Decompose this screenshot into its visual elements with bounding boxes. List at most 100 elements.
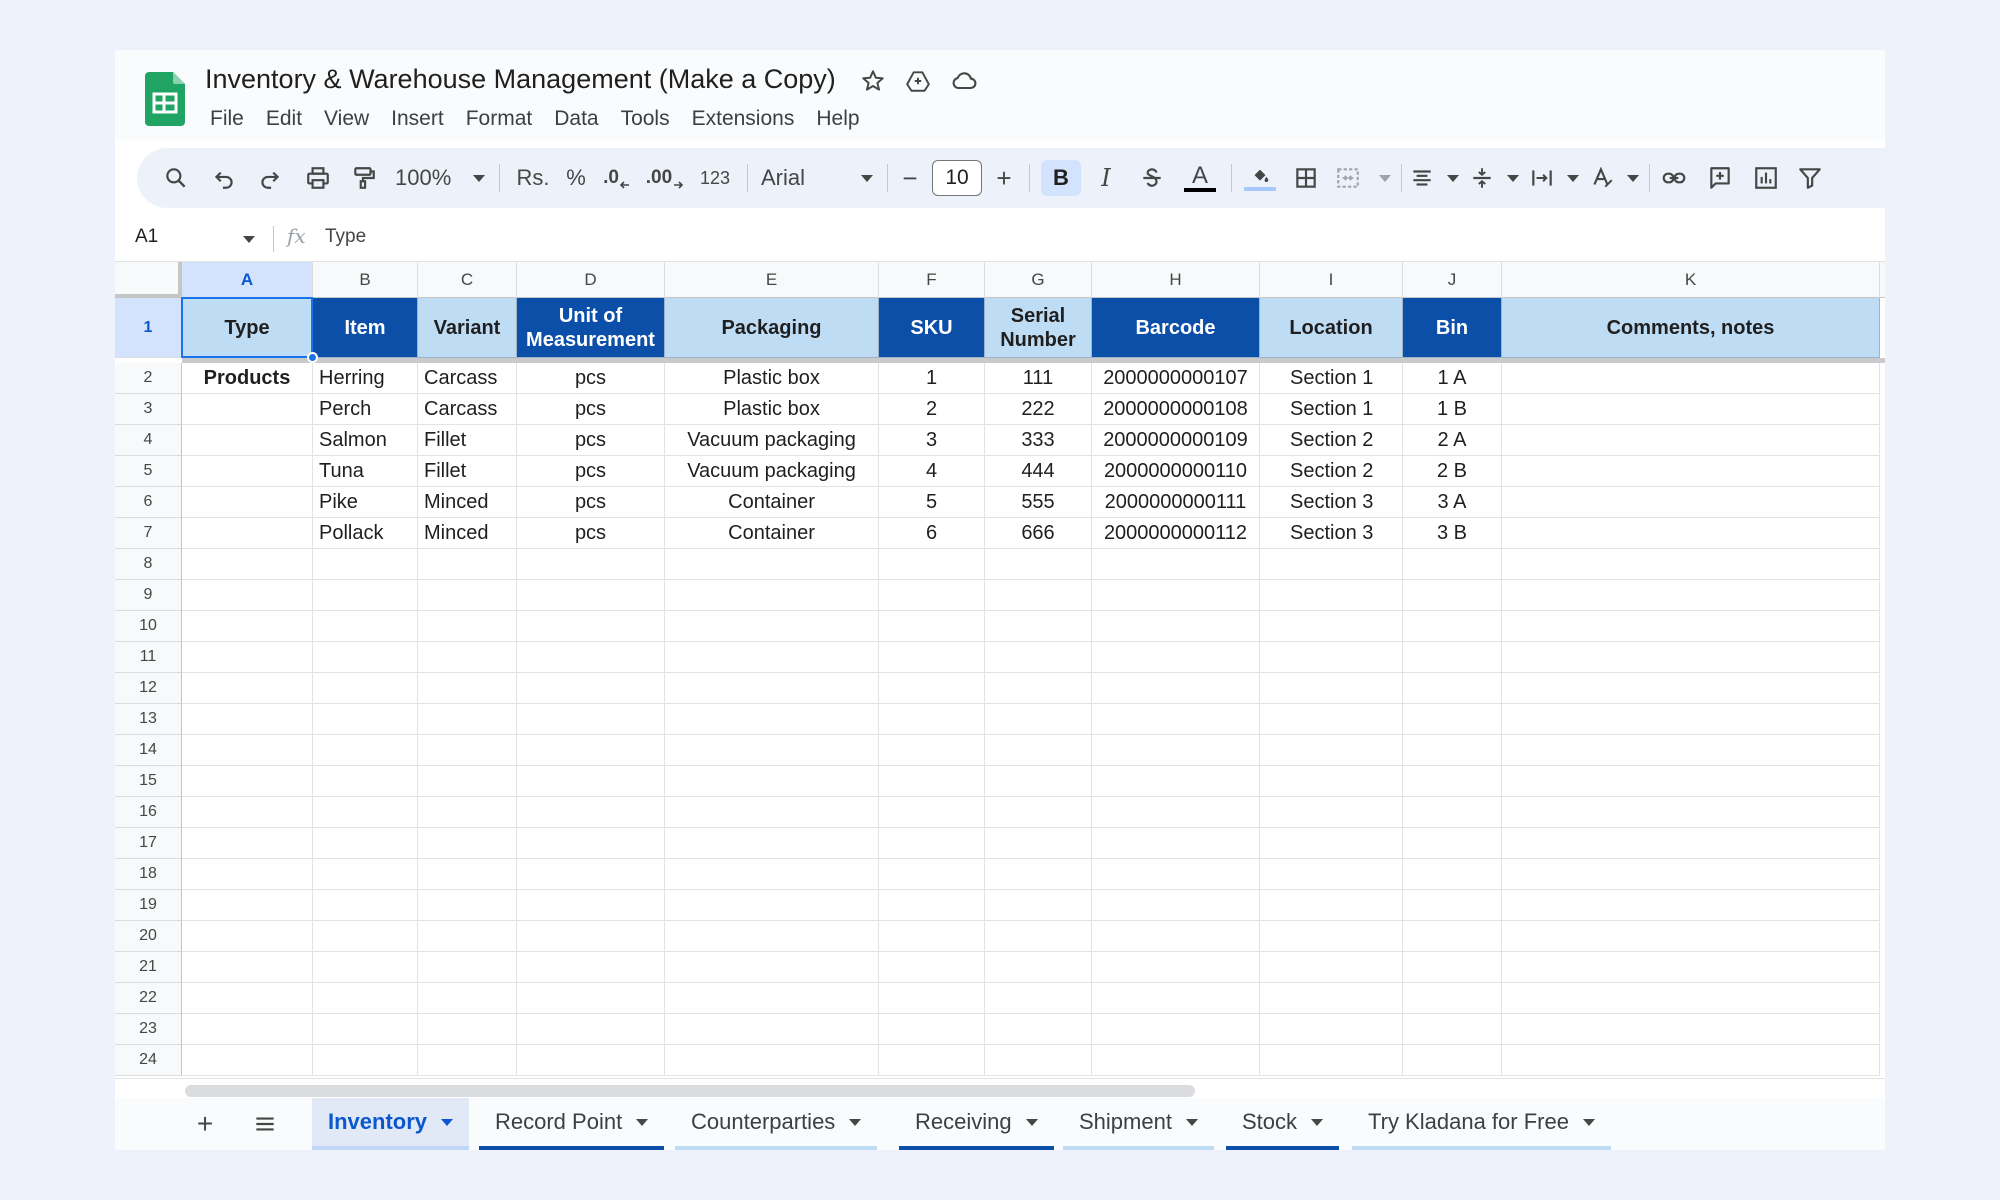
cell-c6[interactable]: Minced (418, 487, 517, 518)
header-cell-i[interactable]: Location (1260, 298, 1403, 358)
header-cell-g[interactable]: Serial Number (985, 298, 1092, 358)
insert-comment-icon[interactable] (1703, 160, 1737, 196)
menu-edit[interactable]: Edit (255, 104, 313, 134)
filter-icon[interactable] (1793, 160, 1827, 196)
column-header-c[interactable]: C (418, 262, 517, 298)
italic-button[interactable]: I (1089, 160, 1123, 196)
cell-i17[interactable] (1260, 828, 1403, 859)
cell-c12[interactable] (418, 673, 517, 704)
insert-chart-icon[interactable] (1749, 160, 1783, 196)
cell-j19[interactable] (1403, 890, 1502, 921)
sheet-tab-counterparties[interactable]: Counterparties (675, 1098, 878, 1150)
cell-e4[interactable]: Vacuum packaging (665, 425, 879, 456)
increase-font-size-button[interactable]: + (989, 160, 1019, 196)
cell-e13[interactable] (665, 704, 879, 735)
cell-a22[interactable] (182, 983, 313, 1014)
format-percent-button[interactable]: % (561, 160, 591, 196)
cell-c15[interactable] (418, 766, 517, 797)
menu-data[interactable]: Data (543, 104, 609, 134)
cell-e10[interactable] (665, 611, 879, 642)
row-header-12[interactable]: 12 (115, 673, 182, 704)
cell-i19[interactable] (1260, 890, 1403, 921)
row-header-18[interactable]: 18 (115, 859, 182, 890)
merge-cells-button[interactable] (1335, 160, 1391, 196)
cell-i22[interactable] (1260, 983, 1403, 1014)
cell-b13[interactable] (313, 704, 418, 735)
cell-e18[interactable] (665, 859, 879, 890)
print-icon[interactable] (301, 160, 335, 196)
header-cell-j[interactable]: Bin (1403, 298, 1502, 358)
cell-a16[interactable] (182, 797, 313, 828)
cloud-saved-icon[interactable] (949, 66, 979, 96)
row-header-20[interactable]: 20 (115, 921, 182, 952)
cell-j15[interactable] (1403, 766, 1502, 797)
cell-h14[interactable] (1092, 735, 1260, 766)
decrease-font-size-button[interactable]: − (895, 160, 925, 196)
cell-c8[interactable] (418, 549, 517, 580)
cell-d19[interactable] (517, 890, 665, 921)
cell-j24[interactable] (1403, 1045, 1502, 1076)
row-header-6[interactable]: 6 (115, 487, 182, 518)
cell-g24[interactable] (985, 1045, 1092, 1076)
fill-handle[interactable] (307, 352, 318, 363)
cell-k9[interactable] (1502, 580, 1880, 611)
cell-i15[interactable] (1260, 766, 1403, 797)
row-header-22[interactable]: 22 (115, 983, 182, 1014)
cell-f9[interactable] (879, 580, 985, 611)
star-icon[interactable] (858, 66, 888, 96)
cell-d15[interactable] (517, 766, 665, 797)
text-color-button[interactable]: A (1181, 160, 1219, 196)
cell-h10[interactable] (1092, 611, 1260, 642)
row-header-3[interactable]: 3 (115, 394, 182, 425)
column-header-h[interactable]: H (1092, 262, 1260, 298)
cell-f16[interactable] (879, 797, 985, 828)
document-title[interactable]: Inventory & Warehouse Management (Make a… (205, 64, 836, 95)
column-header-e[interactable]: E (665, 262, 879, 298)
fill-color-button[interactable] (1241, 160, 1279, 196)
cell-d17[interactable] (517, 828, 665, 859)
cell-f18[interactable] (879, 859, 985, 890)
cell-j4[interactable]: 2 A (1403, 425, 1502, 456)
cell-h22[interactable] (1092, 983, 1260, 1014)
header-cell-f[interactable]: SKU (879, 298, 985, 358)
cell-j11[interactable] (1403, 642, 1502, 673)
cell-b24[interactable] (313, 1045, 418, 1076)
cell-f2[interactable]: 1 (879, 363, 985, 394)
cell-h11[interactable] (1092, 642, 1260, 673)
cell-b6[interactable]: Pike (313, 487, 418, 518)
decrease-decimal-button[interactable]: .0 (597, 160, 637, 196)
cell-a9[interactable] (182, 580, 313, 611)
cell-g11[interactable] (985, 642, 1092, 673)
cell-k17[interactable] (1502, 828, 1880, 859)
column-header-j[interactable]: J (1403, 262, 1502, 298)
cell-d23[interactable] (517, 1014, 665, 1045)
cell-h4[interactable]: 2000000000109 (1092, 425, 1260, 456)
cell-k14[interactable] (1502, 735, 1880, 766)
row-header-16[interactable]: 16 (115, 797, 182, 828)
cell-h21[interactable] (1092, 952, 1260, 983)
paint-format-icon[interactable] (347, 160, 381, 196)
horizontal-align-button[interactable] (1409, 160, 1459, 196)
cell-i9[interactable] (1260, 580, 1403, 611)
cell-a20[interactable] (182, 921, 313, 952)
row-header-5[interactable]: 5 (115, 456, 182, 487)
cell-j21[interactable] (1403, 952, 1502, 983)
header-cell-h[interactable]: Barcode (1092, 298, 1260, 358)
row-header-9[interactable]: 9 (115, 580, 182, 611)
format-currency-button[interactable]: Rs. (513, 160, 553, 196)
row-header-19[interactable]: 19 (115, 890, 182, 921)
cell-i5[interactable]: Section 2 (1260, 456, 1403, 487)
cell-a8[interactable] (182, 549, 313, 580)
cell-j17[interactable] (1403, 828, 1502, 859)
cell-c19[interactable] (418, 890, 517, 921)
cell-g3[interactable]: 222 (985, 394, 1092, 425)
cell-f7[interactable]: 6 (879, 518, 985, 549)
column-header-b[interactable]: B (313, 262, 418, 298)
cell-f4[interactable]: 3 (879, 425, 985, 456)
cell-c9[interactable] (418, 580, 517, 611)
cell-g20[interactable] (985, 921, 1092, 952)
cell-c10[interactable] (418, 611, 517, 642)
cell-f11[interactable] (879, 642, 985, 673)
cell-k21[interactable] (1502, 952, 1880, 983)
cell-e15[interactable] (665, 766, 879, 797)
